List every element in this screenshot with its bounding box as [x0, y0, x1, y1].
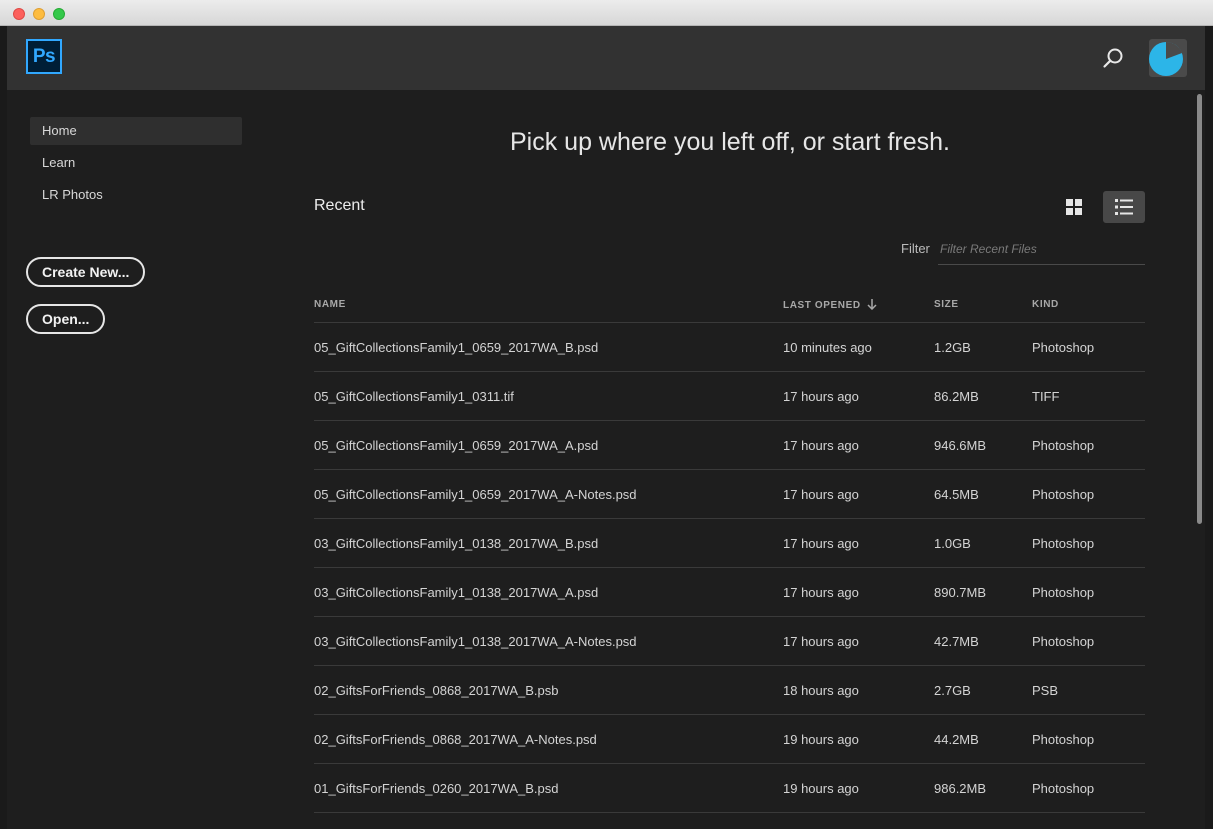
file-last-opened: 10 minutes ago — [783, 340, 872, 355]
table-row[interactable]: 05_GiftCollectionsFamily1_0659_2017WA_A.… — [314, 421, 1145, 470]
file-size: 986.2MB — [934, 781, 987, 796]
table-row[interactable]: 02_GiftsForFriends_0868_2017WA_A-Notes.p… — [314, 715, 1145, 764]
file-name: 03_GiftCollectionsFamily1_0138_2017WA_B.… — [314, 536, 599, 551]
filter-label: Filter — [901, 241, 930, 256]
file-name: 02_GiftsForFriends_0868_2017WA_B.psb — [314, 683, 559, 698]
grid-view-icon — [1066, 199, 1082, 215]
file-name: 05_GiftCollectionsFamily1_0659_2017WA_A-… — [314, 487, 637, 502]
table-header: NAME LAST OPENED SIZE KIND — [314, 290, 1145, 323]
file-size: 946.6MB — [934, 438, 987, 453]
file-last-opened: 17 hours ago — [783, 585, 859, 600]
vertical-scrollbar[interactable] — [1197, 94, 1202, 524]
file-kind: PSB — [1032, 683, 1059, 698]
table-row[interactable]: 03_GiftCollectionsFamily1_0138_2017WA_A.… — [314, 568, 1145, 617]
zoom-window-button[interactable] — [53, 8, 65, 20]
file-name: 02_GiftsForFriends_0868_2017WA_A-Notes.p… — [314, 732, 597, 747]
grid-view-button[interactable] — [1053, 191, 1095, 223]
file-name: 05_GiftCollectionsFamily1_0659_2017WA_B.… — [314, 340, 599, 355]
file-kind: Photoshop — [1032, 340, 1095, 355]
file-last-opened: 17 hours ago — [783, 634, 859, 649]
file-name: 05_GiftCollectionsFamily1_0659_2017WA_A.… — [314, 438, 599, 453]
file-size: 1.2GB — [934, 340, 971, 355]
file-size: 890.7MB — [934, 585, 987, 600]
window-frame-left — [0, 26, 7, 829]
file-kind: Photoshop — [1032, 536, 1095, 551]
filter-input[interactable] — [938, 234, 1145, 265]
window-frame-right — [1205, 26, 1213, 829]
column-header-name[interactable]: NAME — [314, 299, 346, 310]
close-window-button[interactable] — [13, 8, 25, 20]
sort-down-arrow-icon — [867, 299, 877, 313]
column-header-size[interactable]: SIZE — [934, 299, 959, 310]
file-size: 64.5MB — [934, 487, 979, 502]
file-last-opened: 18 hours ago — [783, 683, 859, 698]
minimize-window-button[interactable] — [33, 8, 45, 20]
list-view-icon — [1115, 199, 1133, 215]
file-size: 2.7GB — [934, 683, 971, 698]
file-last-opened: 17 hours ago — [783, 438, 859, 453]
recent-title: Recent — [314, 197, 365, 214]
list-view-button[interactable] — [1103, 191, 1145, 223]
file-size: 1.0GB — [934, 536, 971, 551]
table-row[interactable]: 05_GiftCollectionsFamily1_0311.tif 17 ho… — [314, 372, 1145, 421]
avatar[interactable] — [1149, 39, 1187, 77]
file-kind: Photoshop — [1032, 585, 1095, 600]
file-size: 86.2MB — [934, 389, 979, 404]
photoshop-logo: Ps — [26, 39, 62, 74]
file-last-opened: 17 hours ago — [783, 389, 859, 404]
app-header: Ps — [7, 26, 1205, 90]
recent-files-table: 05_GiftCollectionsFamily1_0659_2017WA_B.… — [314, 323, 1145, 813]
file-size: 42.7MB — [934, 634, 979, 649]
table-row[interactable]: 02_GiftsForFriends_0868_2017WA_B.psb 18 … — [314, 666, 1145, 715]
table-row[interactable]: 01_GiftsForFriends_0260_2017WA_B.psd 19 … — [314, 764, 1145, 813]
file-name: 03_GiftCollectionsFamily1_0138_2017WA_A.… — [314, 585, 599, 600]
file-last-opened: 17 hours ago — [783, 487, 859, 502]
column-header-last-opened-label: LAST OPENED — [783, 300, 861, 311]
file-last-opened: 17 hours ago — [783, 536, 859, 551]
file-kind: Photoshop — [1032, 781, 1095, 796]
column-header-last-opened[interactable]: LAST OPENED — [783, 299, 877, 313]
file-kind: Photoshop — [1032, 732, 1095, 747]
file-size: 44.2MB — [934, 732, 979, 747]
file-kind: Photoshop — [1032, 438, 1095, 453]
sidebar-item-lr-photos[interactable]: LR Photos — [30, 181, 242, 209]
table-row[interactable]: 05_GiftCollectionsFamily1_0659_2017WA_B.… — [314, 323, 1145, 372]
file-name: 05_GiftCollectionsFamily1_0311.tif — [314, 389, 514, 404]
file-name: 01_GiftsForFriends_0260_2017WA_B.psd — [314, 781, 559, 796]
file-kind: TIFF — [1032, 389, 1060, 404]
table-row[interactable]: 03_GiftCollectionsFamily1_0138_2017WA_A-… — [314, 617, 1145, 666]
open-button[interactable]: Open... — [26, 304, 106, 334]
file-last-opened: 19 hours ago — [783, 732, 859, 747]
file-name: 03_GiftCollectionsFamily1_0138_2017WA_A-… — [314, 634, 637, 649]
file-last-opened: 19 hours ago — [783, 781, 859, 796]
table-row[interactable]: 05_GiftCollectionsFamily1_0659_2017WA_A-… — [314, 470, 1145, 519]
column-header-kind[interactable]: KIND — [1032, 299, 1059, 310]
file-kind: Photoshop — [1032, 487, 1095, 502]
search-icon[interactable] — [1101, 46, 1125, 70]
sidebar-item-home[interactable]: Home — [30, 117, 242, 145]
table-row[interactable]: 03_GiftCollectionsFamily1_0138_2017WA_B.… — [314, 519, 1145, 568]
create-new-button[interactable]: Create New... — [26, 257, 146, 287]
file-kind: Photoshop — [1032, 634, 1095, 649]
window-titlebar — [0, 0, 1213, 26]
sidebar-item-learn[interactable]: Learn — [30, 149, 242, 177]
page-headline: Pick up where you left off, or start fre… — [509, 128, 950, 156]
main-area: Home Learn LR Photos Create New... Open.… — [7, 90, 1205, 825]
